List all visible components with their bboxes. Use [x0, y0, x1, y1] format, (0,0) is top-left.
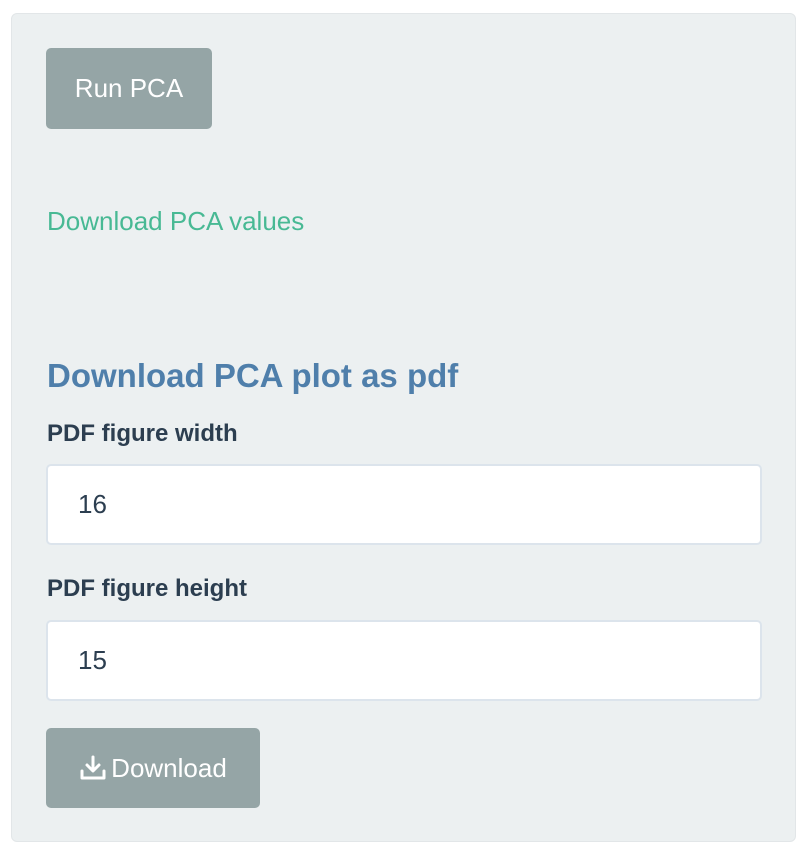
- download-button-label: Download: [111, 752, 227, 783]
- pdf-section-title: Download PCA plot as pdf: [47, 357, 459, 394]
- pdf-height-label: PDF figure height: [47, 575, 247, 602]
- download-pdf-button[interactable]: Download: [46, 728, 260, 808]
- sidebar-panel: Run PCA Download PCA values Download PCA…: [11, 13, 796, 842]
- pdf-height-input[interactable]: [46, 620, 762, 701]
- pdf-width-input[interactable]: [46, 464, 762, 545]
- download-icon: [79, 754, 107, 782]
- pdf-width-label: PDF figure width: [47, 420, 238, 447]
- run-pca-button[interactable]: Run PCA: [46, 48, 212, 129]
- download-pca-values-link[interactable]: Download PCA values: [47, 206, 304, 237]
